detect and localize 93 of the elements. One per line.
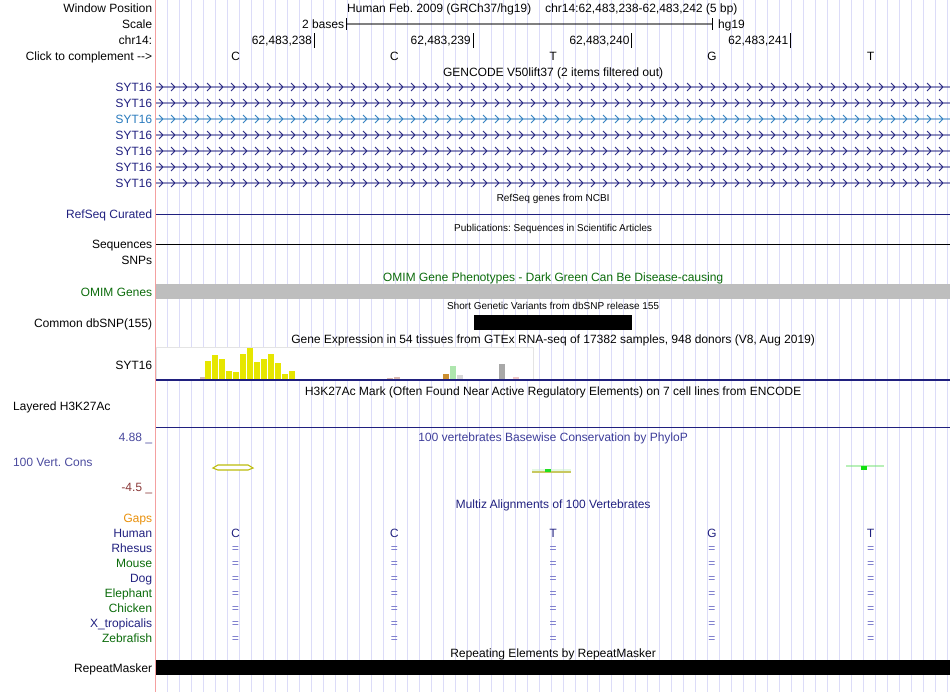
alignment-base: = xyxy=(708,540,716,554)
alignment-base: = xyxy=(390,586,398,600)
track-title: H3K27Ac Mark (Often Found Near Active Regulatory Elements) on 7 cell lines from ENCODE xyxy=(304,384,802,398)
alignment-base: = xyxy=(867,540,874,554)
row-label: Scale xyxy=(122,17,152,31)
position-label: 62,483,239 xyxy=(410,32,474,48)
axis-min-label: -4.5 _ xyxy=(121,480,152,494)
alignment-base: C xyxy=(231,526,240,540)
alignment-base: = xyxy=(867,586,874,600)
track-label[interactable]: Sequences xyxy=(92,237,152,251)
gene-label[interactable]: SYT16 xyxy=(115,160,152,174)
row-label: Window Position xyxy=(63,1,152,15)
alignment-base: = xyxy=(232,616,239,630)
base-letter[interactable]: C xyxy=(390,49,399,63)
alignment-base: = xyxy=(390,556,398,570)
track-label[interactable]: SYT16 xyxy=(115,358,152,372)
alignment-base: = xyxy=(867,600,874,614)
alignment-base: G xyxy=(707,526,716,540)
position-label: 62,483,240 xyxy=(569,32,632,48)
alignment-base: = xyxy=(549,570,556,584)
track-label[interactable]: RepeatMasker xyxy=(74,660,152,674)
alignment-base: = xyxy=(708,616,716,630)
alignment-base: = xyxy=(708,570,716,584)
track-label[interactable]: 100 Vert. Cons xyxy=(13,455,92,469)
gene-label[interactable]: SYT16 xyxy=(115,128,152,142)
alignment-base: = xyxy=(390,570,398,584)
alignment-base: = xyxy=(867,570,874,584)
gene-label[interactable]: SYT16 xyxy=(115,112,152,126)
track-title: GENCODE V50lift37 (2 items filtered out) xyxy=(442,64,664,78)
alignment-base: = xyxy=(390,540,398,554)
scale-span: 2 bases xyxy=(302,17,344,31)
alignment-base: = xyxy=(232,540,239,554)
track-title: 100 vertebrates Basewise Conservation by PhyloP xyxy=(418,430,688,444)
species-label[interactable]: Elephant xyxy=(104,586,152,600)
gene-label[interactable]: SYT16 xyxy=(115,96,152,110)
track-label[interactable]: OMIM Genes xyxy=(80,284,152,298)
base-letter[interactable]: T xyxy=(866,49,874,63)
species-label[interactable]: Human xyxy=(113,526,152,540)
track-title: Repeating Elements by RepeatMasker xyxy=(450,646,656,660)
gene-label[interactable]: SYT16 xyxy=(115,80,152,94)
alignment-base: = xyxy=(549,556,556,570)
alignment-base: = xyxy=(232,586,239,600)
track-title: OMIM Gene Phenotypes - Dark Green Can Be Disease-causing xyxy=(382,270,724,284)
base-letter[interactable]: T xyxy=(549,49,557,63)
alignment-base: = xyxy=(390,616,398,630)
track-label[interactable]: Layered H3K27Ac xyxy=(13,399,110,413)
alignment-base: = xyxy=(549,600,556,614)
base-letter[interactable]: C xyxy=(231,49,240,63)
track-title: Publications: Sequences in Scientific Articles xyxy=(454,222,652,236)
position-label: 62,483,238 xyxy=(252,32,315,48)
alignment-base: = xyxy=(232,570,239,584)
scale-assembly: hg19 xyxy=(718,17,745,31)
assembly-name: Human Feb. 2009 (GRCh37/hg19) xyxy=(347,1,532,15)
gene-label[interactable]: SYT16 xyxy=(115,144,152,158)
base-letter[interactable]: G xyxy=(707,49,716,63)
species-label[interactable]: Rhesus xyxy=(111,540,152,554)
species-label[interactable]: Mouse xyxy=(116,556,152,570)
alignment-base: T xyxy=(549,526,557,540)
alignment-base: = xyxy=(867,630,874,644)
track-label[interactable]: Common dbSNP(155) xyxy=(34,316,152,330)
alignment-base: = xyxy=(549,630,556,644)
alignment-base: = xyxy=(232,600,239,614)
complement-link[interactable]: Click to complement --> xyxy=(26,49,152,63)
alignment-base: = xyxy=(232,556,239,570)
alignment-base: = xyxy=(390,600,398,614)
track-title: Multiz Alignments of 100 Vertebrates xyxy=(456,496,650,510)
track-label[interactable]: RefSeq Curated xyxy=(66,207,152,221)
species-label[interactable]: Dog xyxy=(130,570,152,584)
species-label[interactable]: X_tropicalis xyxy=(90,616,152,630)
position-label: 62,483,241 xyxy=(728,32,792,48)
track-title: RefSeq genes from NCBI xyxy=(496,192,610,206)
row-label: chr14: xyxy=(118,33,152,47)
alignment-base: = xyxy=(708,600,716,614)
species-label[interactable]: Zebrafish xyxy=(102,630,152,644)
alignment-base: = xyxy=(549,616,556,630)
alignment-base: C xyxy=(390,526,399,540)
alignment-base: = xyxy=(708,586,716,600)
alignment-base: = xyxy=(708,630,716,644)
alignment-base: = xyxy=(390,630,398,644)
alignment-base: = xyxy=(232,630,239,644)
alignment-base: = xyxy=(867,616,874,630)
alignment-base: T xyxy=(866,526,874,540)
track-title: Gene Expression in 54 tissues from GTEx RNA-seq of 17382 samples, 948 donors (V8, Aug 2019) xyxy=(291,332,815,346)
species-label[interactable]: Chicken xyxy=(108,600,152,614)
axis-max-label: 4.88 _ xyxy=(118,430,152,444)
position-range: chr14:62,483,238-62,483,242 (5 bp) xyxy=(545,1,738,15)
alignment-base: = xyxy=(549,586,556,600)
alignment-base: = xyxy=(549,540,556,554)
alignment-base: = xyxy=(867,556,874,570)
gene-label[interactable]: SYT16 xyxy=(115,176,152,190)
track-label[interactable]: SNPs xyxy=(121,253,152,267)
track-title: Short Genetic Variants from dbSNP release 155 xyxy=(447,300,659,314)
alignment-base: = xyxy=(708,556,716,570)
